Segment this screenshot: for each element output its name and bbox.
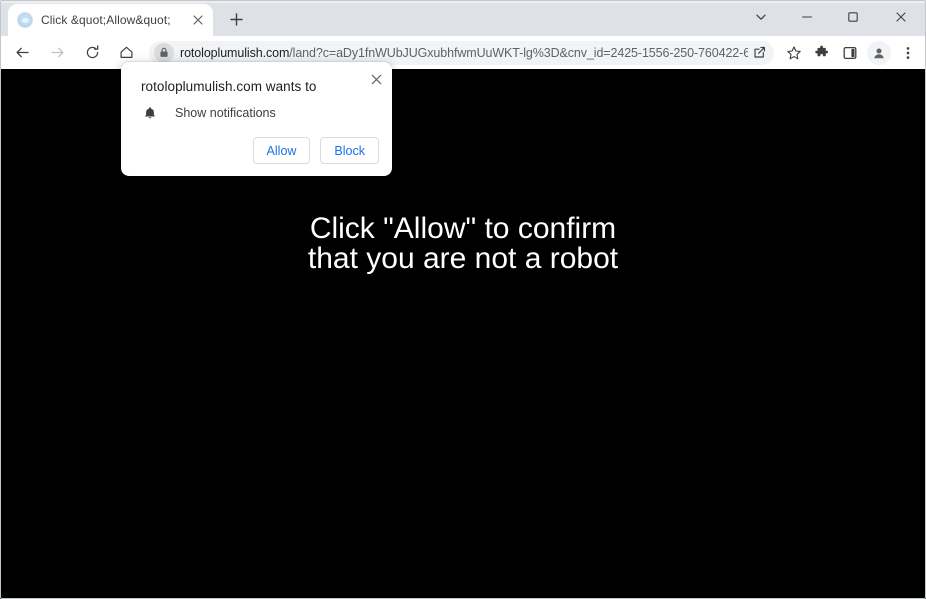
lock-icon[interactable] — [154, 42, 174, 63]
close-window-icon[interactable] — [876, 0, 926, 34]
side-panel-icon[interactable] — [836, 39, 864, 67]
url-text[interactable]: rotoloplumulish.com/land?c=aDy1fnWUbJUGx… — [180, 46, 748, 60]
allow-button[interactable]: Allow — [252, 137, 311, 164]
bookmark-star-icon[interactable] — [780, 39, 808, 67]
reload-button[interactable] — [78, 39, 106, 67]
profile-avatar-icon[interactable] — [867, 40, 891, 65]
forward-button[interactable] — [43, 39, 71, 67]
url-path: /land?c=aDy1fnWUbJUGxubhfwmUuWKT-lg%3D&c… — [289, 45, 748, 60]
dialog-close-icon[interactable] — [366, 69, 386, 89]
maximize-icon[interactable] — [830, 0, 876, 34]
permission-label: Show notifications — [175, 106, 276, 120]
browser-window: Click &quot;Allow&quot; rotoloplumulish.… — [0, 0, 926, 599]
minimize-icon[interactable] — [784, 0, 830, 34]
page-heading: Click "Allow" to confirm that you are no… — [307, 212, 619, 275]
permission-row: Show notifications — [141, 104, 276, 122]
dialog-title: rotoloplumulish.com wants to — [141, 79, 317, 94]
close-icon[interactable] — [189, 11, 207, 29]
dialog-actions: Allow Block — [252, 137, 379, 164]
share-icon[interactable] — [748, 42, 770, 64]
globe-favicon — [17, 12, 33, 28]
toolbar-right-actions — [780, 39, 922, 67]
address-bar[interactable]: rotoloplumulish.com/land?c=aDy1fnWUbJUGx… — [149, 40, 774, 65]
block-button[interactable]: Block — [320, 137, 379, 164]
three-dot-menu-icon[interactable] — [894, 39, 922, 67]
tab-search-chevron-down-icon[interactable] — [738, 0, 784, 34]
back-button[interactable] — [8, 39, 36, 67]
tab-title: Click &quot;Allow&quot; — [41, 13, 171, 27]
bell-icon — [141, 104, 159, 122]
tab-strip: Click &quot;Allow&quot; — [0, 0, 926, 36]
url-host: rotoloplumulish.com — [180, 45, 290, 60]
notification-permission-dialog: rotoloplumulish.com wants to Show notifi… — [121, 62, 392, 176]
extensions-puzzle-icon[interactable] — [808, 39, 836, 67]
browser-tab[interactable]: Click &quot;Allow&quot; — [8, 4, 213, 36]
new-tab-button[interactable] — [223, 6, 249, 32]
window-controls — [738, 0, 926, 34]
